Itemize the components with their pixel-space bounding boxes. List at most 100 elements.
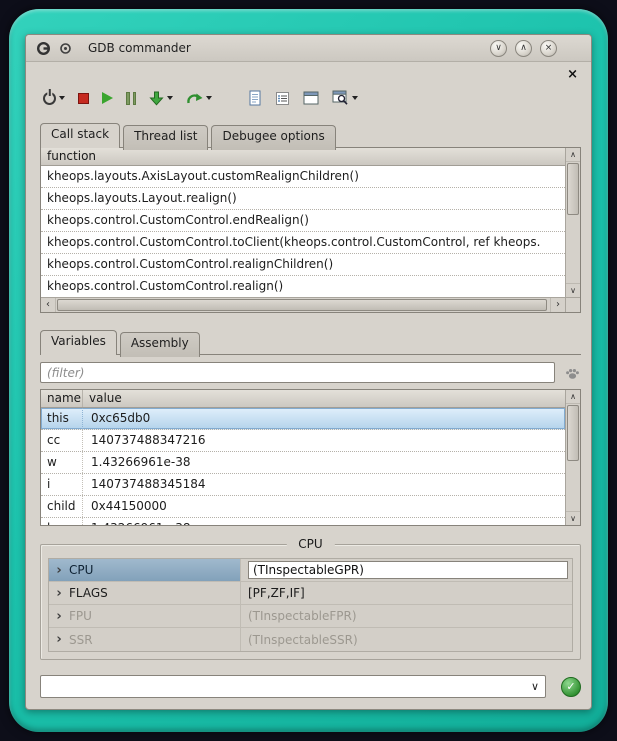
cpu-row[interactable]: › CPU (TInspectableGPR) [49, 559, 572, 582]
callstack-row[interactable]: kheops.control.CustomControl.toClient(kh… [41, 232, 565, 254]
maximize-button[interactable]: ∧ [515, 40, 532, 57]
window-title: GDB commander [88, 41, 191, 55]
send-command-button[interactable]: ✓ [561, 677, 581, 697]
variable-value: 0x44150000 [83, 496, 565, 517]
cpu-row[interactable]: › FPU (TInspectableFPR) [49, 605, 572, 628]
power-icon [43, 92, 56, 105]
document-icon [248, 90, 262, 106]
titlebar[interactable]: GDB commander ∨ ∧ × [26, 35, 591, 62]
power-button[interactable] [40, 85, 68, 111]
step-button[interactable] [146, 85, 176, 111]
pause-button[interactable] [123, 85, 139, 111]
variable-name: w [41, 452, 83, 473]
stop-button[interactable] [75, 85, 92, 111]
variable-row[interactable]: w 1.43266961e-38 [41, 452, 565, 474]
gdb-command-input[interactable] [41, 677, 545, 698]
variable-row[interactable]: cc 140737488347216 [41, 430, 565, 452]
variable-value: 140737488347216 [83, 430, 565, 451]
register-group-name: SSR [69, 633, 93, 647]
windows-button[interactable] [300, 85, 322, 111]
tab-variables[interactable]: Variables [40, 330, 117, 355]
scroll-down-icon[interactable]: ∨ [566, 511, 580, 525]
gdb-commander-dock: × [26, 63, 591, 709]
scrollbar-track[interactable] [566, 404, 580, 511]
variables-vertical-scrollbar[interactable]: ∧ ∨ [565, 390, 580, 525]
callstack-row[interactable]: kheops.layouts.Layout.realign() [41, 188, 565, 210]
app-icon[interactable] [36, 41, 51, 56]
run-button[interactable] [99, 85, 116, 111]
tab-call-stack[interactable]: Call stack [40, 123, 120, 148]
variable-name: child [41, 496, 83, 517]
scrollbar-thumb[interactable] [567, 163, 579, 215]
variables-header: name value [41, 390, 565, 408]
combobox-dropdown-icon[interactable]: ∨ [531, 679, 539, 694]
scroll-up-icon[interactable]: ∧ [566, 390, 580, 404]
tab-thread-list[interactable]: Thread list [123, 125, 208, 150]
dock-close-icon[interactable]: × [567, 68, 578, 81]
scrollbar-thumb[interactable] [567, 405, 579, 461]
variables-section: name value this 0xc65db0 cc 140737488347… [40, 354, 581, 526]
callstack-panel: function kheops.layouts.AxisLayout.custo… [40, 147, 581, 313]
variable-value: 140737488345184 [83, 474, 565, 495]
chevron-down-icon [167, 96, 173, 100]
callstack-row[interactable]: kheops.layouts.AxisLayout.customRealignC… [41, 166, 565, 188]
callstack-row[interactable]: kheops.control.CustomControl.endRealign(… [41, 210, 565, 232]
chevron-down-icon [352, 96, 358, 100]
scrollbar-track[interactable] [566, 162, 580, 283]
filter-input[interactable] [40, 362, 555, 383]
expander-icon[interactable]: › [49, 610, 69, 623]
column-header-name[interactable]: name [41, 390, 83, 407]
variable-row[interactable]: child 0x44150000 [41, 496, 565, 518]
gdb-commander-window: GDB commander ∨ ∧ × × [25, 34, 592, 710]
callstack-tabbar: Call stack Thread list Debugee options [40, 123, 591, 148]
variable-row[interactable]: b 1.43266961e-38 [41, 518, 565, 526]
cpu-groupbox: CPU › CPU (TInspectableGPR) › FLAGS [40, 544, 581, 660]
register-group-value-cell: (TInspectableGPR) [241, 559, 572, 581]
filter-row [40, 362, 581, 383]
app-menu-icon[interactable] [59, 42, 72, 55]
window-icon [303, 91, 319, 105]
scroll-left-icon[interactable]: ‹ [41, 298, 56, 312]
register-group-value: (TInspectableFPR) [241, 605, 572, 627]
window-search-icon [332, 90, 349, 106]
callstack-row[interactable]: kheops.control.CustomControl.realign() [41, 276, 565, 298]
callstack-column-header[interactable]: function [41, 148, 565, 166]
stop-icon [78, 93, 89, 104]
output-list-button[interactable] [272, 85, 293, 111]
variable-row[interactable]: i 140737488345184 [41, 474, 565, 496]
scroll-up-icon[interactable]: ∧ [566, 148, 580, 162]
scroll-down-icon[interactable]: ∨ [566, 283, 580, 297]
register-group-name: CPU [69, 563, 93, 577]
variable-name: b [41, 518, 83, 526]
continue-button[interactable] [183, 85, 215, 111]
variable-value: 1.43266961e-38 [83, 518, 565, 526]
callstack-vertical-scrollbar[interactable]: ∧ ∨ [565, 148, 580, 297]
scrollbar-thumb[interactable] [57, 299, 547, 311]
source-file-button[interactable] [245, 85, 265, 111]
scrollbar-track[interactable] [56, 298, 550, 312]
variable-value: 1.43266961e-38 [83, 452, 565, 473]
expander-icon[interactable]: › [49, 633, 69, 646]
minimize-button[interactable]: ∨ [490, 40, 507, 57]
variable-row[interactable]: this 0xc65db0 [41, 408, 565, 430]
column-header-value[interactable]: value [83, 390, 565, 407]
expander-icon[interactable]: › [49, 587, 69, 600]
close-button[interactable]: × [540, 40, 557, 57]
scroll-right-icon[interactable]: › [550, 298, 565, 312]
green-down-arrow-icon [149, 91, 164, 106]
chevron-down-icon [206, 96, 212, 100]
variable-name: cc [41, 430, 83, 451]
inspect-window-button[interactable] [329, 85, 361, 111]
gdb-command-combobox[interactable]: ∨ [40, 675, 546, 698]
cpu-row[interactable]: › SSR (TInspectableSSR) [49, 628, 572, 651]
cpu-row[interactable]: › FLAGS [PF,ZF,IF] [49, 582, 572, 605]
tab-debugee-options[interactable]: Debugee options [211, 125, 335, 150]
register-value-editor[interactable]: (TInspectableGPR) [248, 561, 568, 579]
expander-icon[interactable]: › [49, 564, 69, 577]
callstack-horizontal-scrollbar[interactable]: ‹ › [41, 297, 565, 312]
variable-value: 0xc65db0 [83, 408, 565, 429]
callstack-row[interactable]: kheops.control.CustomControl.realignChil… [41, 254, 565, 276]
list-icon [275, 91, 290, 106]
filter-options-icon[interactable] [564, 365, 581, 381]
tab-assembly[interactable]: Assembly [120, 332, 200, 357]
